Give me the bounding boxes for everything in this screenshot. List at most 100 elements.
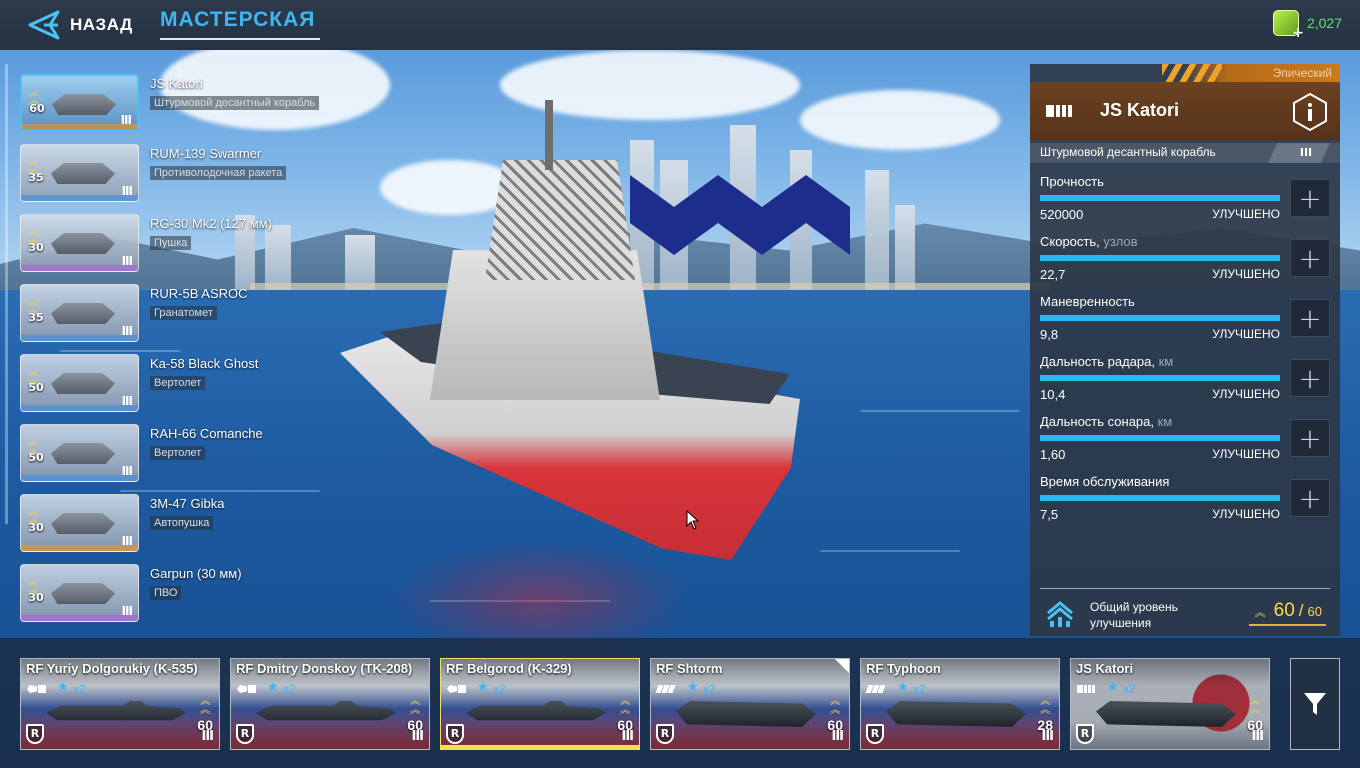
stat-value: 520000: [1040, 207, 1084, 222]
chevron-rank-icon: ︽: [1254, 606, 1266, 619]
stat-bar: [1040, 315, 1280, 321]
equipment-level: 35: [28, 171, 44, 184]
plus-icon: +: [1298, 421, 1322, 455]
stat-bar: [1040, 435, 1280, 441]
equipment-item[interactable]: ︽ ︽ 30 III Garpun (30 мм) ПВО: [20, 564, 400, 624]
stat-name: Скорость,: [1040, 234, 1100, 249]
equipment-image: [51, 583, 115, 604]
equipment-tier: III: [120, 113, 132, 127]
equipment-list: ︽ ︽ 60 III JS Katori Штурмовой десантный кора…: [5, 64, 400, 622]
plus-icon: +: [1298, 481, 1322, 515]
equipment-card[interactable]: ︽ ︽ 30 III: [20, 214, 139, 272]
fleet-ship-tier: III: [411, 729, 423, 744]
equipment-card[interactable]: ︽ ︽ 60 III: [20, 74, 139, 132]
equipment-name: RUM-139 Swarmer: [150, 146, 262, 161]
upgrade-plus-button[interactable]: +: [1290, 299, 1330, 337]
list-scrollbar[interactable]: [5, 64, 8, 524]
panel-header: JS Katori: [1030, 82, 1340, 140]
star-icon: ★: [687, 680, 699, 695]
equipment-tier: III: [121, 534, 133, 548]
tier-label: III: [1299, 146, 1313, 159]
stat-bar: [1040, 195, 1280, 201]
equipment-card[interactable]: ︽ ︽ 50 III: [20, 354, 139, 412]
chevron-rank-icon: ︽ ︽: [410, 696, 421, 716]
equipment-name: 3M-47 Gibka: [150, 496, 225, 511]
upgrade-value: ︽ 60 / 60: [1248, 600, 1326, 626]
upgrade-plus-button[interactable]: +: [1290, 239, 1330, 277]
rarity-stripes: [1162, 64, 1222, 82]
equipment-type: Пушка: [150, 236, 192, 250]
stat-row: Маневренность 9,8 УЛУЧШЕНО +: [1030, 294, 1340, 354]
fleet-ship-name: RF Yuriy Dolgorukiy (K-535): [26, 661, 198, 676]
equipment-image: [51, 443, 115, 464]
stat-value: 9,8: [1040, 327, 1059, 342]
equipment-name: Garpun (30 мм): [150, 566, 242, 581]
upgrade-plus-button[interactable]: +: [1290, 419, 1330, 457]
ship-stats-panel: Эпический JS Katori Штурмовой десантный …: [1030, 64, 1340, 636]
chevron-rank-icon: ︽ ︽: [830, 696, 841, 716]
fleet-ship-stars: x2: [1123, 682, 1136, 696]
tab-workshop-label: МАСТЕРСКАЯ: [160, 8, 316, 31]
back-label: НАЗАД: [70, 15, 133, 34]
fleet-ship-card[interactable]: RF Belgorod (K-329) ★ x2 ︽ ︽ 60 R III: [440, 658, 640, 750]
cloud: [800, 90, 1000, 150]
equipment-level: 50: [28, 381, 44, 394]
equipment-item[interactable]: ︽ ︽ 30 III 3M-47 Gibka Автопушка: [20, 494, 400, 554]
equipment-image: [51, 233, 115, 254]
upgrade-max: 60: [1307, 604, 1322, 619]
equipment-tier: III: [121, 464, 133, 478]
rank-shield-icon: R: [26, 724, 44, 744]
equipment-item[interactable]: ︽ ︽ 60 III JS Katori Штурмовой десантный кора…: [20, 74, 400, 134]
fleet-ship-stars: x2: [703, 682, 716, 696]
equipment-name: RAH-66 Comanche: [150, 426, 263, 441]
equipment-level: 35: [28, 311, 44, 324]
equipment-card[interactable]: ︽ ︽ 30 III: [20, 494, 139, 552]
stat-bar-fill: [1040, 495, 1280, 501]
upgrade-plus-button[interactable]: +: [1290, 479, 1330, 517]
fleet-ship-card[interactable]: RF Yuriy Dolgorukiy (K-535) ★ x2 ︽ ︽ 60 R III: [20, 658, 220, 750]
equipment-card[interactable]: ︽ ︽ 35 III: [20, 284, 139, 342]
equipment-name: JS Katori: [150, 76, 203, 91]
fleet-ship-card[interactable]: JS Katori ★ x2 ︽ ︽ 60 R III: [1070, 658, 1270, 750]
equipment-item[interactable]: ︽ ︽ 30 III RG-30 Mk2 (127 мм) Пушка: [20, 214, 400, 274]
back-button[interactable]: НАЗАД: [28, 8, 133, 42]
stat-name: Дальность сонара,: [1040, 414, 1154, 429]
tab-workshop[interactable]: МАСТЕРСКАЯ: [160, 8, 320, 42]
fleet-ship-name: RF Dmitry Donskoy (TK-208): [236, 661, 413, 676]
filter-button[interactable]: [1290, 658, 1340, 750]
stat-status: УЛУЧШЕНО: [1212, 507, 1280, 521]
equipment-item[interactable]: ︽ ︽ 50 III RAH-66 Comanche Вертолет: [20, 424, 400, 484]
equipment-item[interactable]: ︽ ︽ 35 III RUM-139 Swarmer Противолодочная ра…: [20, 144, 400, 204]
upgrade-plus-button[interactable]: +: [1290, 179, 1330, 217]
fleet-ship-card[interactable]: RF Dmitry Donskoy (TK-208) ★ x2 ︽ ︽ 60 R III: [230, 658, 430, 750]
equipment-card[interactable]: ︽ ︽ 30 III: [20, 564, 139, 622]
currency-display[interactable]: + 2,027: [1272, 10, 1342, 41]
currency-value: 2,027: [1306, 15, 1342, 31]
equipment-item[interactable]: ︽ ︽ 50 III Ka-58 Black Ghost Вертолет: [20, 354, 400, 414]
upgrade-separator: /: [1298, 601, 1304, 620]
fleet-ship-name: RF Belgorod (K-329): [446, 661, 572, 676]
info-icon: [1293, 92, 1327, 132]
equipment-level: 50: [28, 451, 44, 464]
stat-bar: [1040, 255, 1280, 261]
equipment-card[interactable]: ︽ ︽ 35 III: [20, 144, 139, 202]
stat-bar-fill: [1040, 435, 1280, 441]
equipment-card[interactable]: ︽ ︽ 50 III: [20, 424, 139, 482]
building: [865, 170, 889, 290]
star-icon: ★: [897, 680, 909, 695]
ship-class-icon: [27, 685, 47, 693]
add-currency-icon[interactable]: +: [1292, 25, 1304, 41]
plus-icon: +: [1298, 181, 1322, 215]
info-button[interactable]: [1290, 92, 1330, 132]
panel-divider: [1040, 588, 1330, 589]
rank-shield-icon: R: [1076, 724, 1094, 744]
equipment-type: Автопушка: [150, 516, 214, 530]
fleet-ship-card[interactable]: RF Shtorm ★ x2 ︽ ︽ 60 R III: [650, 658, 850, 750]
equipment-level: 30: [28, 591, 44, 604]
building: [895, 205, 915, 290]
upgrade-plus-button[interactable]: +: [1290, 359, 1330, 397]
stat-label: Дальность сонара, км: [1040, 414, 1172, 429]
tab-underline: [160, 38, 320, 40]
fleet-ship-card[interactable]: RF Typhoon ★ x2 ︽ ︽ 28 R III: [860, 658, 1060, 750]
equipment-item[interactable]: ︽ ︽ 35 III RUR-5B ASROC Гранатомет: [20, 284, 400, 344]
